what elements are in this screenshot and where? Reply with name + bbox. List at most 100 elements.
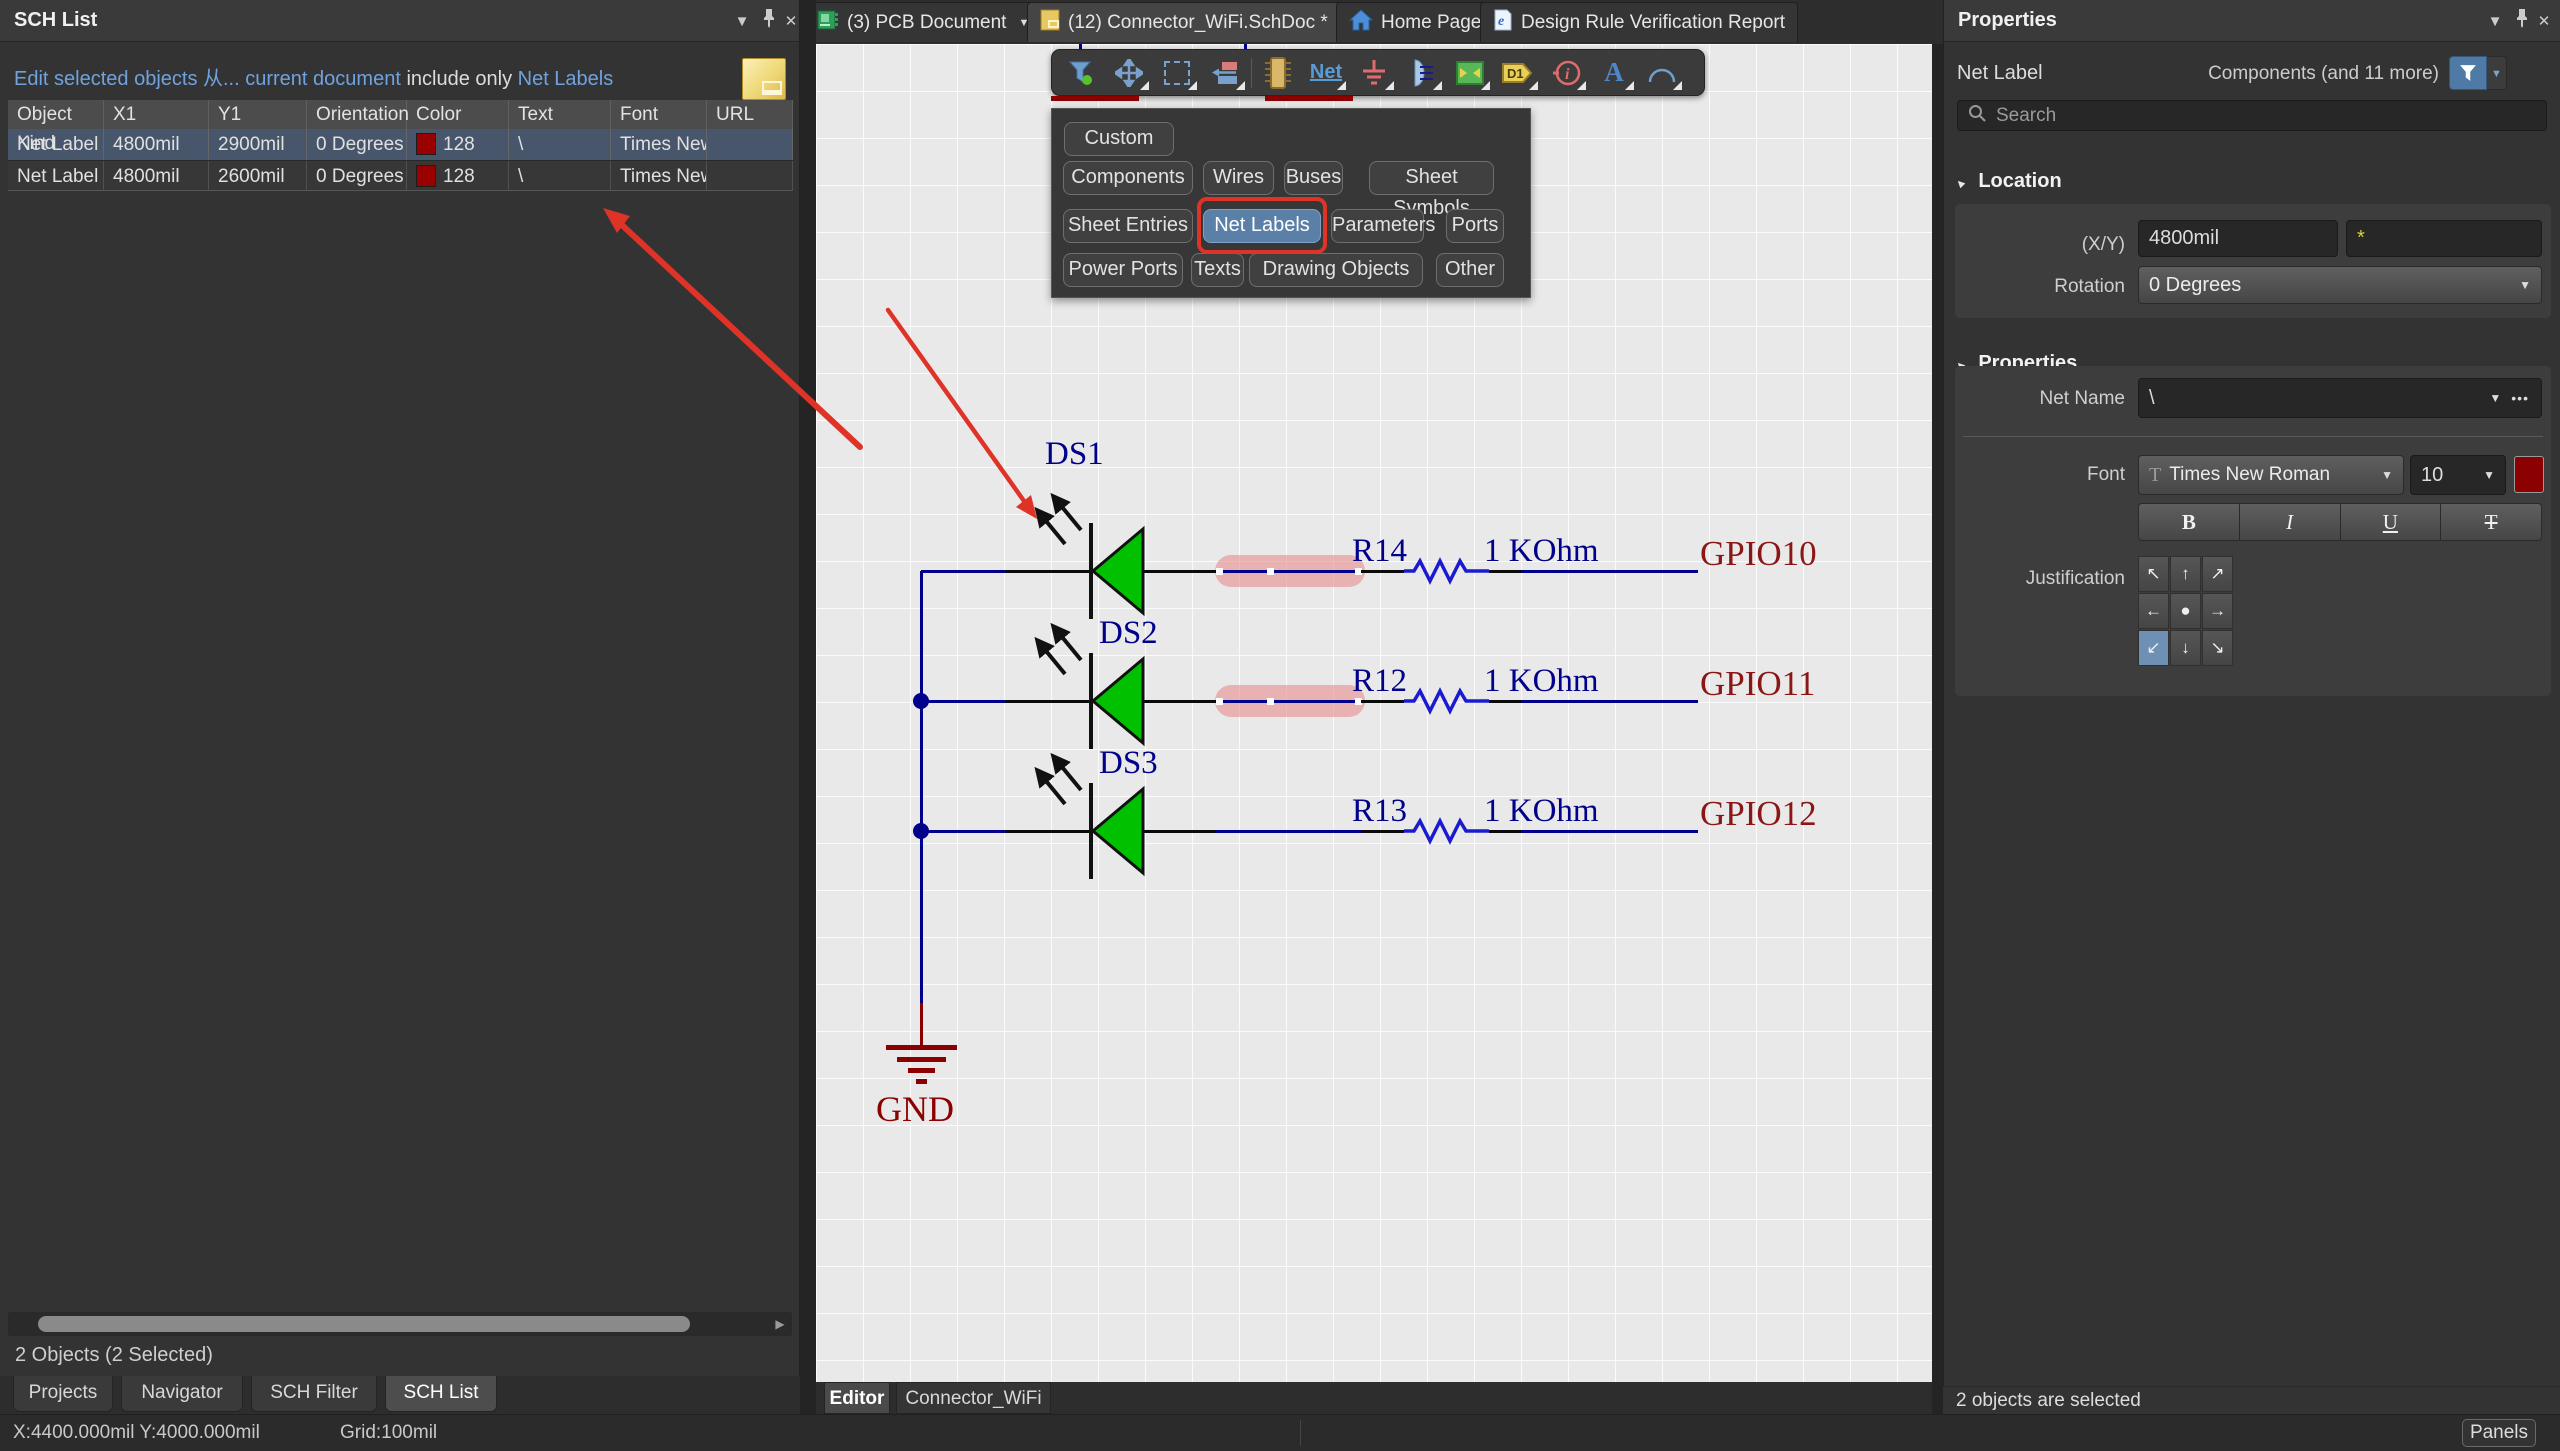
- justify-bottom-left[interactable]: ↙: [2138, 630, 2169, 666]
- move-icon[interactable]: [1105, 53, 1153, 93]
- resistor-symbol-R13[interactable]: [1404, 817, 1490, 845]
- ellipsis-button[interactable]: •••: [2511, 390, 2529, 406]
- component-designator[interactable]: DS1: [1045, 436, 1104, 473]
- object-kind-link[interactable]: Net Labels: [518, 68, 614, 90]
- component-designator[interactable]: DS2: [1099, 615, 1158, 652]
- font-size-dropdown[interactable]: 10 ▼: [2410, 455, 2506, 495]
- panel-menu-icon[interactable]: ▼: [731, 11, 753, 33]
- pin-wire[interactable]: [1361, 700, 1404, 703]
- resistor-designator[interactable]: R14: [1352, 533, 1407, 570]
- wire-net-label-segment[interactable]: [1216, 700, 1361, 703]
- filter-power-ports-button[interactable]: Power Ports: [1063, 253, 1183, 287]
- table-row[interactable]: Net Label 4800mil 2600mil 0 Degrees 128 …: [8, 160, 793, 191]
- filter-wires-button[interactable]: Wires: [1203, 161, 1274, 195]
- tab-sch-list[interactable]: SCH List: [385, 1376, 497, 1412]
- resistor-value[interactable]: 1 KOhm: [1484, 793, 1599, 830]
- led-symbol-DS1[interactable]: [1021, 476, 1151, 626]
- filter-texts-button[interactable]: Texts: [1191, 253, 1244, 287]
- tab-navigator[interactable]: Navigator: [121, 1376, 243, 1412]
- bold-button[interactable]: B: [2138, 503, 2240, 541]
- pin-wire[interactable]: [1361, 570, 1404, 573]
- rotation-dropdown[interactable]: 0 Degrees ▼: [2138, 266, 2542, 304]
- wire[interactable]: [921, 700, 1006, 703]
- justify-right[interactable]: →: [2202, 593, 2233, 629]
- tab-schdoc-document[interactable]: (12) Connector_WiFi.SchDoc * ▼: [1027, 2, 1364, 42]
- component-designator[interactable]: DS3: [1099, 745, 1158, 782]
- font-family-dropdown[interactable]: T Times New Roman ▼: [2138, 455, 2404, 495]
- align-icon[interactable]: [1201, 53, 1249, 93]
- justify-top[interactable]: ↑: [2170, 556, 2201, 592]
- filter-sheet-symbols-button[interactable]: Sheet Symbols: [1369, 161, 1494, 195]
- justify-top-right[interactable]: ↗: [2202, 556, 2233, 592]
- filter-dropdown-caret[interactable]: ▼: [2487, 56, 2507, 90]
- horizontal-scrollbar[interactable]: [8, 1312, 792, 1336]
- filter-other-button[interactable]: Other: [1436, 253, 1504, 287]
- filter-components-button[interactable]: Components: [1063, 161, 1193, 195]
- select-area-icon[interactable]: [1153, 53, 1201, 93]
- tab-connector-wifi[interactable]: Connector_WiFi: [896, 1382, 1051, 1414]
- pin-wire[interactable]: [1361, 830, 1404, 833]
- wire-net-label-segment[interactable]: [1216, 570, 1361, 573]
- close-icon[interactable]: ✕: [2533, 11, 2555, 33]
- place-net-label-icon[interactable]: Net: [1302, 53, 1350, 93]
- net-name-combo[interactable]: \ ▼ •••: [2138, 378, 2542, 418]
- right-splitter[interactable]: [1932, 44, 1943, 1414]
- scope-link[interactable]: current document: [245, 68, 401, 90]
- wire[interactable]: [1216, 830, 1361, 833]
- place-arc-icon[interactable]: [1638, 53, 1686, 93]
- pin-wire[interactable]: [1489, 830, 1522, 833]
- edit-mode-link[interactable]: Edit selected objects: [14, 68, 197, 90]
- resistor-value[interactable]: 1 KOhm: [1484, 663, 1599, 700]
- justify-bottom[interactable]: ↓: [2170, 630, 2201, 666]
- schematic-canvas[interactable]: DS1 R14 1 KOhm GPIO10 DS2 R12 1 KOhm GPI…: [816, 44, 1932, 1382]
- bus-wire[interactable]: [920, 571, 923, 1003]
- filter-icon[interactable]: [1057, 53, 1105, 93]
- strikethrough-button[interactable]: T: [2441, 503, 2542, 541]
- wire[interactable]: [1522, 700, 1698, 703]
- place-power-port-icon[interactable]: [1350, 53, 1398, 93]
- filter-ports-button[interactable]: Ports: [1446, 209, 1504, 243]
- scope-filter-button[interactable]: ▼: [2449, 56, 2507, 90]
- left-splitter[interactable]: [800, 0, 816, 1414]
- resistor-designator[interactable]: R12: [1352, 663, 1407, 700]
- funnel-icon[interactable]: [2449, 56, 2487, 90]
- pin-wire[interactable]: [1489, 570, 1522, 573]
- filter-drawing-objects-button[interactable]: Drawing Objects: [1249, 253, 1423, 287]
- pin-wire[interactable]: [1489, 700, 1522, 703]
- justify-left[interactable]: ←: [2138, 593, 2169, 629]
- pin-icon[interactable]: [2511, 8, 2533, 30]
- tab-projects[interactable]: Projects: [13, 1376, 113, 1412]
- pin-wire[interactable]: [1143, 830, 1216, 833]
- place-text-icon[interactable]: A: [1590, 53, 1638, 93]
- wire[interactable]: [1522, 830, 1698, 833]
- search-input[interactable]: Search: [1957, 100, 2547, 131]
- pin-wire[interactable]: [1143, 570, 1216, 573]
- resistor-symbol-R14[interactable]: [1404, 557, 1490, 585]
- net-label[interactable]: GPIO11: [1700, 664, 1815, 704]
- justify-center[interactable]: ●: [2170, 593, 2201, 629]
- tab-pcb-document[interactable]: (3) PCB Document ▼: [804, 2, 1042, 42]
- resistor-symbol-R12[interactable]: [1404, 687, 1490, 715]
- scrollbar-thumb[interactable]: [38, 1316, 690, 1332]
- panel-menu-icon[interactable]: ▼: [2484, 11, 2506, 33]
- tab-editor[interactable]: Editor: [824, 1382, 890, 1414]
- chevron-down-icon[interactable]: ▼: [2489, 391, 2501, 405]
- net-label[interactable]: GPIO12: [1700, 794, 1817, 834]
- place-sheet-symbol-icon[interactable]: [1446, 53, 1494, 93]
- pin-wire[interactable]: [1143, 700, 1216, 703]
- italic-button[interactable]: I: [2240, 503, 2341, 541]
- filter-custom-button[interactable]: Custom: [1064, 122, 1174, 156]
- x-coordinate-field[interactable]: 4800mil: [2138, 220, 2338, 257]
- net-label[interactable]: GPIO10: [1700, 534, 1817, 574]
- gnd-label[interactable]: GND: [876, 1088, 954, 1130]
- place-part-icon[interactable]: [1254, 53, 1302, 93]
- filter-sheet-entries-button[interactable]: Sheet Entries: [1063, 209, 1193, 243]
- wire[interactable]: [921, 830, 1006, 833]
- place-signal-harness-icon[interactable]: [1398, 53, 1446, 93]
- filter-buses-button[interactable]: Buses: [1284, 161, 1343, 195]
- y-coordinate-field[interactable]: *: [2346, 220, 2542, 257]
- tab-sch-filter[interactable]: SCH Filter: [251, 1376, 377, 1412]
- place-no-erc-icon[interactable]: i: [1542, 53, 1590, 93]
- close-icon[interactable]: ✕: [780, 11, 802, 33]
- justify-top-left[interactable]: ↖: [2138, 556, 2169, 592]
